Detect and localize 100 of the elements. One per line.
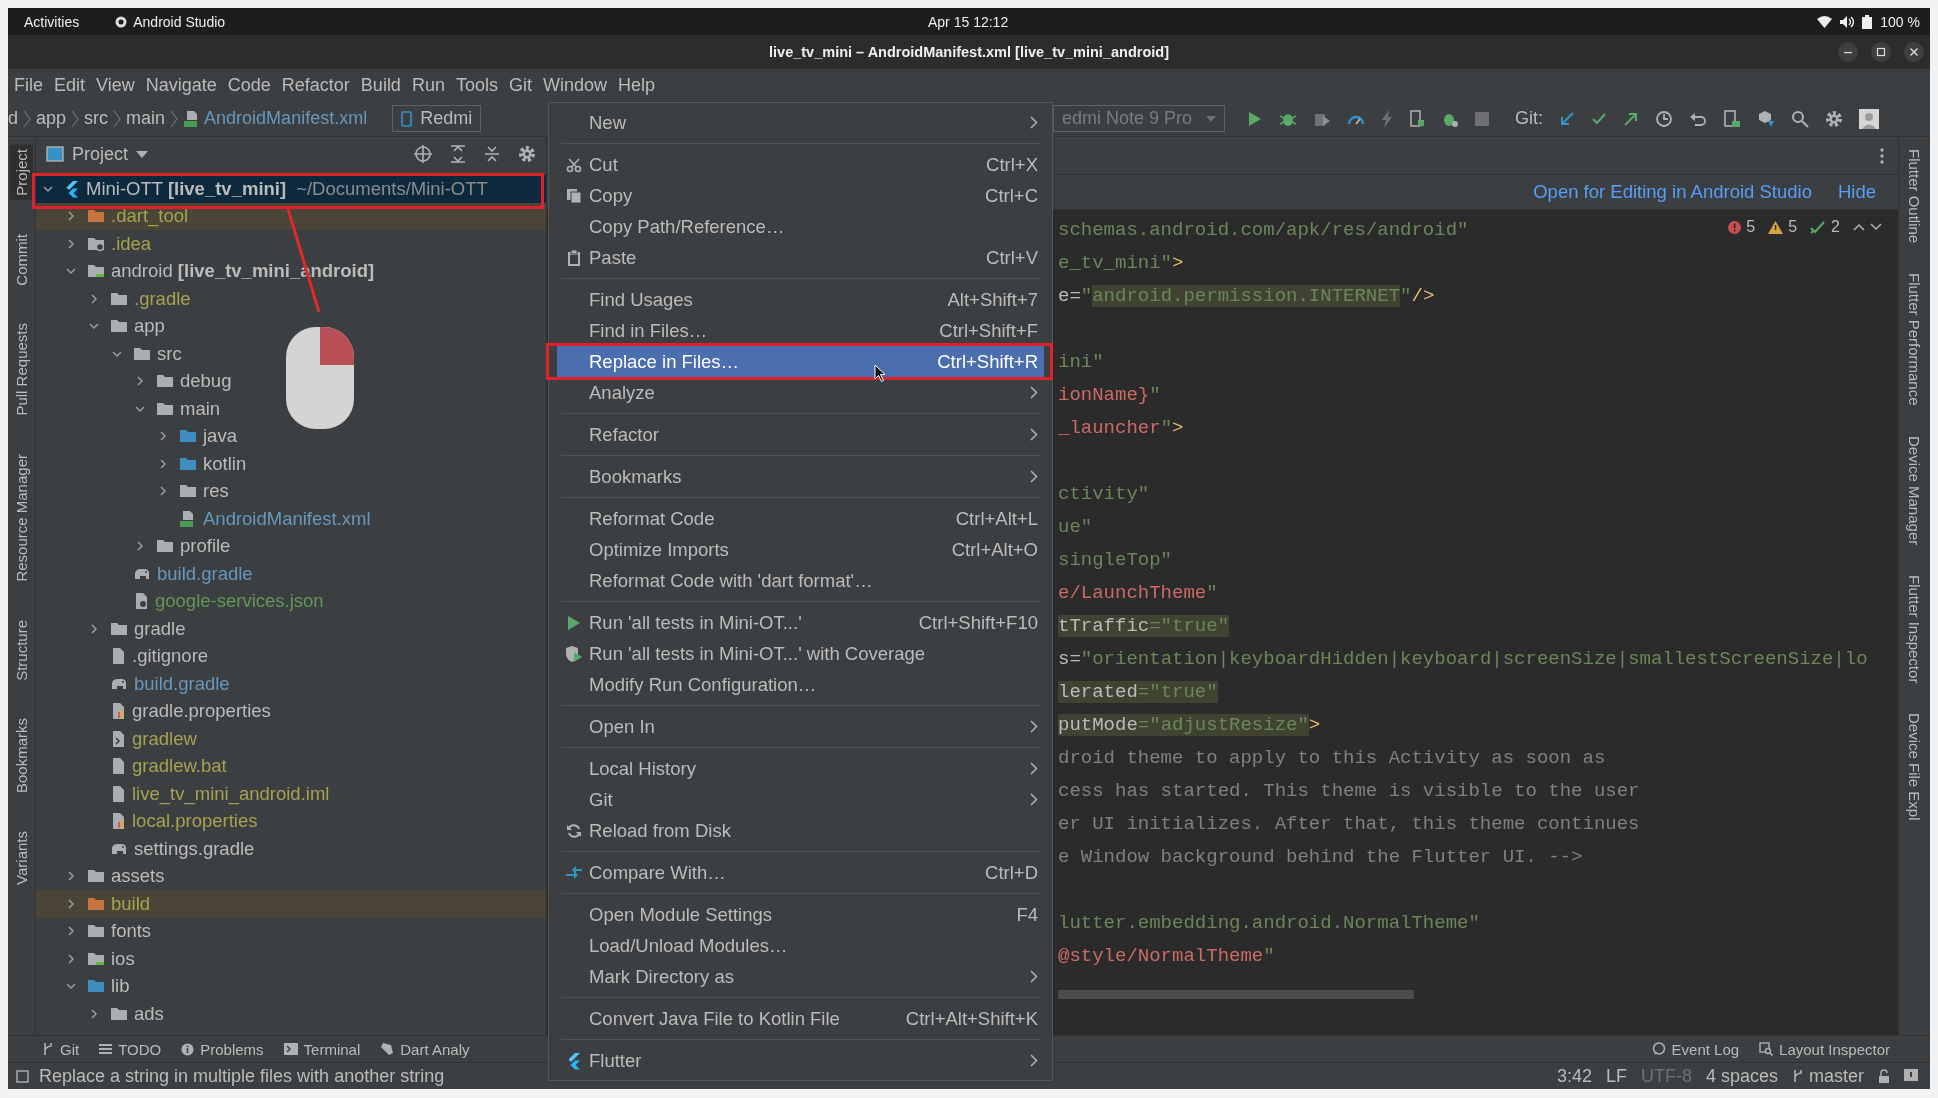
chevron-icon[interactable] (65, 952, 77, 965)
hide-link[interactable]: Hide (1837, 181, 1876, 203)
tree-item[interactable]: main (36, 395, 546, 423)
tool-window-tab[interactable]: Pull Requests (10, 319, 33, 420)
menu-item[interactable]: Run 'all tests in Mini-OT...' Ctrl+Shift+F10 (557, 607, 1044, 638)
app-menu[interactable]: Android Studio (115, 13, 226, 30)
tool-window-button[interactable]: Git (42, 1040, 80, 1058)
chevron-icon[interactable] (134, 540, 146, 553)
tree-item[interactable]: kotlin (36, 450, 546, 478)
typo-count[interactable]: 2 (1831, 218, 1840, 236)
panel-title[interactable]: Project (46, 143, 149, 165)
device-manager-icon[interactable] (1723, 109, 1742, 128)
battery-icon[interactable] (1862, 14, 1873, 29)
menu-item[interactable]: Refactor (557, 419, 1044, 450)
menu-item[interactable]: Navigate (145, 74, 217, 96)
chevron-icon[interactable] (65, 897, 77, 910)
clock[interactable]: Apr 15 12:12 (928, 13, 1009, 30)
tree-item[interactable]: src (36, 340, 546, 368)
update-arrow-icon[interactable] (1559, 110, 1576, 127)
window-icon[interactable] (16, 1069, 29, 1083)
tool-window-tab[interactable]: Bookmarks (10, 714, 33, 798)
tool-window-tab[interactable]: Structure (10, 615, 33, 685)
tree-item[interactable]: gradle.properties (36, 697, 546, 725)
menu-item[interactable]: Window (542, 74, 607, 96)
chevron-up-icon[interactable] (1853, 223, 1865, 231)
menu-item[interactable]: View (96, 74, 135, 96)
expand-all-icon[interactable] (450, 145, 466, 163)
tool-window-tab[interactable]: Device Manager (1906, 435, 1923, 545)
maximize-icon[interactable] (1871, 42, 1891, 62)
tool-window-tab[interactable]: Commit (10, 229, 33, 290)
menu-item[interactable]: Analyze (557, 377, 1044, 408)
menu-item[interactable]: Open In (557, 711, 1044, 742)
breadcrumb[interactable]: d (8, 108, 18, 129)
tree-item[interactable]: java (36, 422, 546, 450)
target-icon[interactable] (414, 145, 432, 163)
tree-item[interactable]: profile (36, 532, 546, 560)
tree-item[interactable]: google-services.json (36, 587, 546, 615)
tree-item[interactable]: ads (36, 1000, 546, 1028)
line-ending[interactable]: LF (1605, 1065, 1627, 1087)
breadcrumb[interactable]: app (36, 108, 67, 129)
tree-item[interactable]: build.gradle (36, 560, 546, 588)
chevron-icon[interactable] (88, 622, 100, 635)
menu-item[interactable]: Tools (455, 74, 498, 96)
menu-item[interactable]: File (14, 74, 43, 96)
avatar-icon[interactable] (1859, 108, 1880, 129)
git-branch[interactable]: master (1792, 1065, 1864, 1087)
menu-item[interactable]: Modify Run Configuration… (557, 669, 1044, 700)
tree-item[interactable]: lib (36, 972, 546, 1000)
push-arrow-icon[interactable] (1623, 110, 1640, 127)
menu-item[interactable]: Load/Unload Modules… (557, 930, 1044, 961)
menu-item[interactable]: Optimize Imports Ctrl+Alt+O (557, 534, 1044, 565)
error-count[interactable]: 5 (1746, 218, 1756, 236)
chevron-icon[interactable] (157, 485, 169, 498)
scrollbar-thumb[interactable] (1058, 990, 1414, 999)
tool-window-button[interactable]: Terminal (283, 1040, 361, 1058)
tree-item[interactable]: gradlew (36, 725, 546, 753)
stop-icon[interactable] (1475, 111, 1490, 126)
tree-item[interactable]: fonts (36, 917, 546, 945)
menu-item[interactable]: Edit (54, 74, 86, 96)
more-icon[interactable] (1880, 147, 1884, 164)
tree-item[interactable]: gradlew.bat (36, 752, 546, 780)
menu-item[interactable]: Paste Ctrl+V (557, 242, 1044, 273)
menu-item[interactable]: Help (618, 74, 656, 96)
chevron-icon[interactable] (157, 430, 169, 443)
settings-icon[interactable] (1825, 109, 1844, 128)
tool-window-tab[interactable]: Resource Manager (10, 449, 33, 586)
device-selector[interactable]: Redmi (392, 105, 482, 132)
open-link[interactable]: Open for Editing in Android Studio (1533, 181, 1812, 203)
tool-window-button[interactable]: TODO (99, 1040, 162, 1058)
undo-icon[interactable] (1689, 110, 1708, 127)
tree-item[interactable]: settings.gradle (36, 835, 546, 863)
menu-item[interactable]: Git (508, 74, 532, 96)
menu-item[interactable]: Copy Path/Reference… (557, 211, 1044, 242)
tree-item[interactable]: debug (36, 367, 546, 395)
minimize-icon[interactable] (1838, 42, 1858, 62)
tree-item[interactable]: .gitignore (36, 642, 546, 670)
chevron-icon[interactable] (65, 870, 77, 883)
menu-item[interactable]: Code (227, 74, 271, 96)
tree-item[interactable]: AndroidManifest.xml (36, 505, 546, 533)
menu-item[interactable]: Find in Files… Ctrl+Shift+F (557, 315, 1044, 346)
menu-item[interactable]: Refactor (281, 74, 350, 96)
menu-item[interactable]: Git (557, 784, 1044, 815)
tree-item[interactable]: Mini-OTT [live_tv_mini] ~/Documents/Mini-OTT (36, 175, 546, 203)
menu-item[interactable]: Copy Ctrl+C (557, 180, 1044, 211)
menu-item[interactable]: New (557, 107, 1044, 138)
menu-item[interactable]: Build (360, 74, 401, 96)
chevron-icon[interactable] (157, 457, 169, 470)
chevron-icon[interactable] (65, 210, 77, 223)
menu-item[interactable]: Convert Java File to Kotlin File Ctrl+Alt+Shift+K (557, 1003, 1044, 1034)
menu-item[interactable]: Run (411, 74, 445, 96)
breadcrumb[interactable]: AndroidManifest.xml (204, 108, 368, 129)
menu-item[interactable]: Reload from Disk (557, 815, 1044, 846)
tool-window-tab[interactable]: Project (10, 145, 33, 200)
indent-setting[interactable]: 4 spaces (1705, 1065, 1778, 1087)
tool-window-tab[interactable]: Device File Expl (1906, 713, 1923, 821)
menu-item[interactable]: Cut Ctrl+X (557, 149, 1044, 180)
tree-item[interactable]: .gradle (36, 285, 546, 313)
wifi-icon[interactable] (1817, 15, 1833, 28)
tree-item[interactable]: res (36, 477, 546, 505)
caret-position[interactable]: 3:42 (1556, 1065, 1592, 1087)
